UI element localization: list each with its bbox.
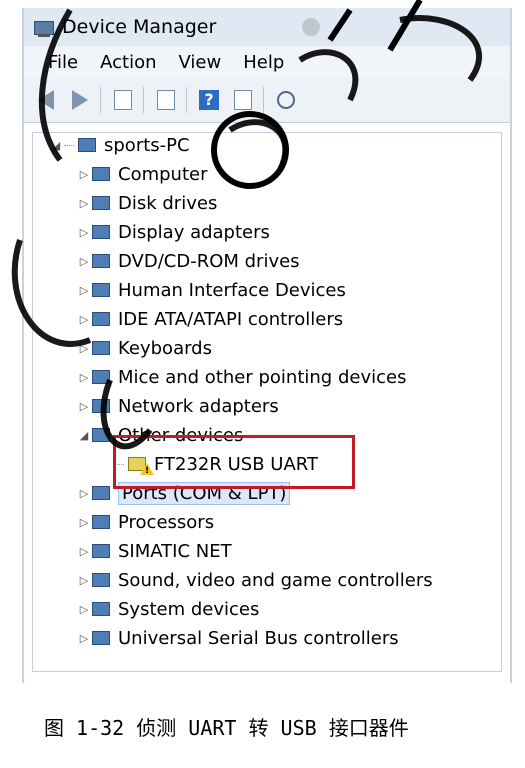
forward-button[interactable] xyxy=(68,88,92,112)
expand-arrow-icon[interactable]: ▷ xyxy=(78,255,90,268)
usb-icon xyxy=(90,628,112,648)
menu-bar: File Action View Help xyxy=(24,46,510,78)
sound-icon xyxy=(90,570,112,590)
ports-icon xyxy=(90,483,112,503)
tree-item[interactable]: ▷ IDE ATA/ATAPI controllers xyxy=(78,306,343,332)
window-title: Device Manager xyxy=(62,16,217,38)
scan-hardware-button[interactable] xyxy=(274,88,298,112)
tree-item[interactable]: ▷ Human Interface Devices xyxy=(78,277,346,303)
collapse-arrow-icon[interactable]: ◢ xyxy=(50,139,62,152)
tree-item-label: Display adapters xyxy=(118,221,270,243)
simatic-net-icon xyxy=(90,541,112,561)
other-devices-icon xyxy=(90,425,112,445)
tree-item-label: Network adapters xyxy=(118,395,279,417)
tree-item-label: Mice and other pointing devices xyxy=(118,366,407,388)
tree-item[interactable]: ▷ Network adapters xyxy=(78,393,279,419)
tree-item-label: IDE ATA/ATAPI controllers xyxy=(118,308,344,330)
tree-item-label: System devices xyxy=(118,598,260,620)
tree-root[interactable]: ◢ sports-PC xyxy=(50,132,190,158)
tree-item-label: Computer xyxy=(118,163,208,185)
decorative-dot xyxy=(302,18,320,36)
highlight-box xyxy=(113,435,355,489)
display-adapter-icon xyxy=(90,222,112,242)
expand-arrow-icon[interactable]: ▷ xyxy=(78,168,90,181)
expand-arrow-icon[interactable]: ▷ xyxy=(78,313,90,326)
tree-item[interactable]: ▷ SIMATIC NET xyxy=(78,538,232,564)
expand-arrow-icon[interactable]: ▷ xyxy=(78,574,90,587)
tree-item-label: Keyboards xyxy=(118,337,212,359)
toolbar-separator xyxy=(143,87,144,113)
expand-arrow-icon[interactable]: ▷ xyxy=(78,197,90,210)
properties-button[interactable] xyxy=(154,88,178,112)
back-button[interactable] xyxy=(34,88,58,112)
hid-icon xyxy=(90,280,112,300)
expand-arrow-icon[interactable]: ▷ xyxy=(78,342,90,355)
tree-item-label: DVD/CD-ROM drives xyxy=(118,250,300,272)
toolbar-separator xyxy=(100,87,101,113)
expand-arrow-icon[interactable]: ▷ xyxy=(78,284,90,297)
scan-hardware-icon xyxy=(277,91,295,109)
network-adapter-icon xyxy=(90,396,112,416)
ide-controller-icon xyxy=(90,309,112,329)
device-manager-icon xyxy=(34,17,56,37)
computer-root-icon xyxy=(76,135,98,155)
title-bar: Device Manager xyxy=(24,8,510,46)
expand-arrow-icon[interactable]: ▷ xyxy=(78,226,90,239)
tree-item[interactable]: ▷ System devices xyxy=(78,596,260,622)
disk-drive-icon xyxy=(90,193,112,213)
tree-item[interactable]: ▷ Mice and other pointing devices xyxy=(78,364,407,390)
collapse-arrow-icon[interactable]: ◢ xyxy=(78,429,90,442)
menu-action[interactable]: Action xyxy=(100,52,156,73)
menu-file[interactable]: File xyxy=(48,52,78,73)
tree-item-label: SIMATIC NET xyxy=(118,540,232,562)
action-pane-icon xyxy=(234,90,252,110)
tree-connector xyxy=(64,144,74,146)
tree-item-label: Processors xyxy=(118,511,215,533)
tree-item-label: Human Interface Devices xyxy=(118,279,346,301)
tree-item-label: Disk drives xyxy=(118,192,218,214)
system-devices-icon xyxy=(90,599,112,619)
expand-arrow-icon[interactable]: ▷ xyxy=(78,632,90,645)
tree-item[interactable]: ▷ Universal Serial Bus controllers xyxy=(78,625,399,651)
tree-item[interactable]: ▷ Computer xyxy=(78,161,208,187)
tree-item[interactable]: ▷ Keyboards xyxy=(78,335,212,361)
processor-icon xyxy=(90,512,112,532)
action-pane-button[interactable] xyxy=(231,88,255,112)
menu-help[interactable]: Help xyxy=(243,52,284,73)
show-hide-console-tree-button[interactable] xyxy=(111,88,135,112)
console-tree-icon xyxy=(114,90,132,110)
tree-item[interactable]: ▷ Sound, video and game controllers xyxy=(78,567,433,593)
expand-arrow-icon[interactable]: ▷ xyxy=(78,603,90,616)
expand-arrow-icon[interactable]: ▷ xyxy=(78,371,90,384)
expand-arrow-icon[interactable]: ▷ xyxy=(78,516,90,529)
toolbar-separator xyxy=(263,87,264,113)
expand-arrow-icon[interactable]: ▷ xyxy=(78,487,90,500)
computer-icon xyxy=(90,164,112,184)
tree-item[interactable]: ▷ DVD/CD-ROM drives xyxy=(78,248,300,274)
menu-view[interactable]: View xyxy=(179,52,222,73)
tree-item-label: Universal Serial Bus controllers xyxy=(118,627,399,649)
mouse-icon xyxy=(90,367,112,387)
keyboard-icon xyxy=(90,338,112,358)
tree-item[interactable]: ▷ Disk drives xyxy=(78,190,218,216)
help-button[interactable]: ? xyxy=(197,88,221,112)
tree-item[interactable]: ▷ Processors xyxy=(78,509,214,535)
tree-item-label: Sound, video and game controllers xyxy=(118,569,433,591)
help-icon: ? xyxy=(199,90,219,110)
properties-icon xyxy=(157,90,175,110)
toolbar: ? xyxy=(24,78,510,123)
forward-arrow-icon xyxy=(72,90,88,110)
dvd-drive-icon xyxy=(90,251,112,271)
back-arrow-icon xyxy=(38,90,54,110)
toolbar-separator xyxy=(186,87,187,113)
tree-item[interactable]: ▷ Display adapters xyxy=(78,219,270,245)
figure-caption: 图 1-32 侦测 UART 转 USB 接口器件 xyxy=(44,716,409,740)
tree-root-label: sports-PC xyxy=(104,134,190,156)
expand-arrow-icon[interactable]: ▷ xyxy=(78,400,90,413)
expand-arrow-icon[interactable]: ▷ xyxy=(78,545,90,558)
